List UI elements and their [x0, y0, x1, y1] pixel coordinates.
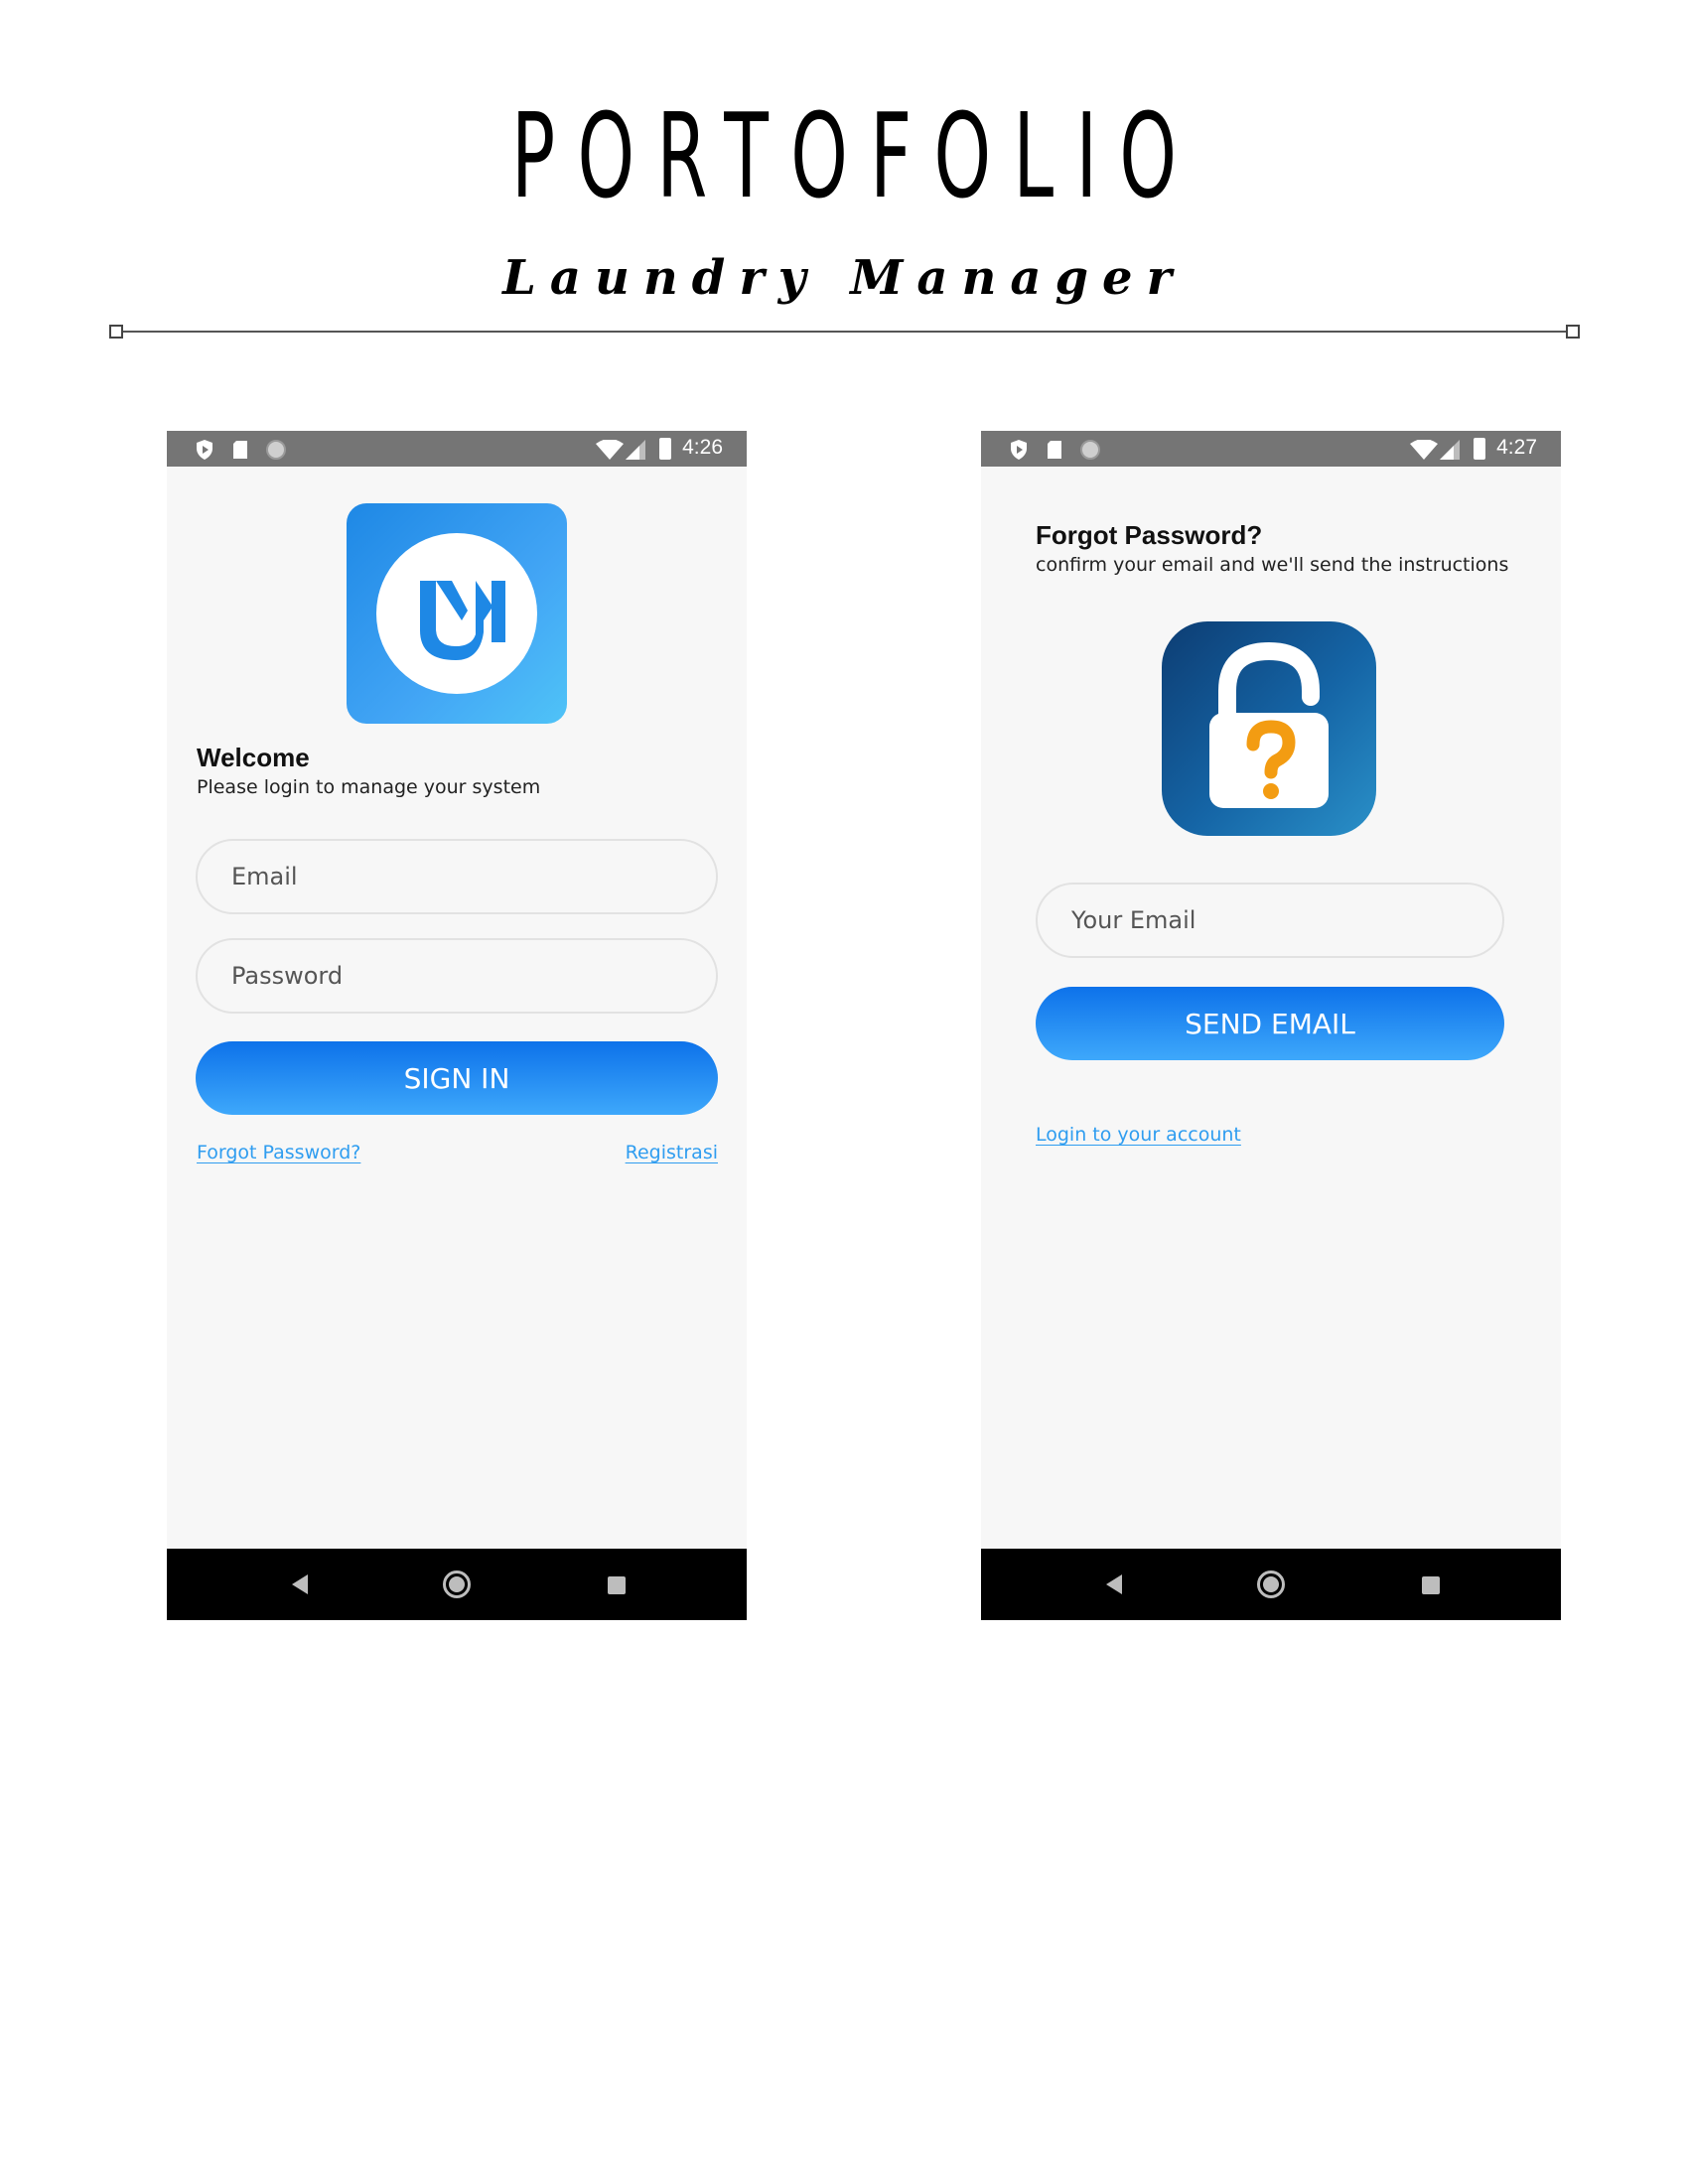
forgot-title: Forgot Password?: [1036, 520, 1263, 550]
wifi-icon: [1410, 440, 1438, 460]
signal-icon: [626, 440, 645, 460]
sync-dot-icon: [1080, 440, 1100, 460]
sign-in-button[interactable]: SIGN IN: [196, 1041, 718, 1115]
page-subtitle: Laundry Manager: [502, 250, 1186, 306]
forgot-password-screen: 4:27 Forgot Password? confirm your email…: [981, 431, 1561, 1620]
send-email-button[interactable]: SEND EMAIL: [1036, 987, 1504, 1060]
status-time: 4:27: [1496, 436, 1537, 459]
signal-icon: [1440, 440, 1460, 460]
email-input[interactable]: [1036, 883, 1504, 958]
navigation-bar: [981, 1549, 1561, 1620]
laundry-manager-logo-icon: [347, 503, 567, 724]
welcome-subtitle: Please login to manage your system: [197, 776, 541, 798]
shield-play-icon: [1011, 440, 1027, 460]
divider-handle-left: [109, 325, 123, 339]
login-screen: 4:26 Welcome Please login to manage your…: [167, 431, 747, 1620]
battery-icon: [659, 438, 671, 460]
welcome-title: Welcome: [197, 743, 310, 772]
forgot-password-link[interactable]: Forgot Password?: [197, 1142, 360, 1163]
battery-icon: [1474, 438, 1485, 460]
status-bar: 4:26: [167, 431, 747, 467]
back-icon[interactable]: [288, 1572, 312, 1596]
status-bar: 4:27: [981, 431, 1561, 467]
padlock-question-icon: [1162, 621, 1376, 836]
shield-play-icon: [197, 440, 212, 460]
home-icon[interactable]: [443, 1570, 471, 1598]
login-link[interactable]: Login to your account: [1036, 1124, 1241, 1146]
recent-apps-icon[interactable]: [608, 1576, 626, 1594]
register-link[interactable]: Registrasi: [626, 1142, 718, 1163]
divider-handle-right: [1566, 325, 1580, 339]
page-title: PORTOFOLIO: [511, 87, 1199, 224]
home-icon[interactable]: [1257, 1570, 1285, 1598]
header-divider: [115, 331, 1570, 333]
sd-card-icon: [233, 441, 247, 459]
password-input[interactable]: [196, 938, 718, 1014]
status-time: 4:26: [682, 436, 723, 459]
sync-dot-icon: [266, 440, 286, 460]
navigation-bar: [167, 1549, 747, 1620]
email-input[interactable]: [196, 839, 718, 914]
wifi-icon: [596, 440, 624, 460]
sd-card-icon: [1048, 441, 1061, 459]
back-icon[interactable]: [1102, 1572, 1126, 1596]
forgot-subtitle: confirm your email and we'll send the in…: [1036, 554, 1509, 576]
recent-apps-icon[interactable]: [1422, 1576, 1440, 1594]
